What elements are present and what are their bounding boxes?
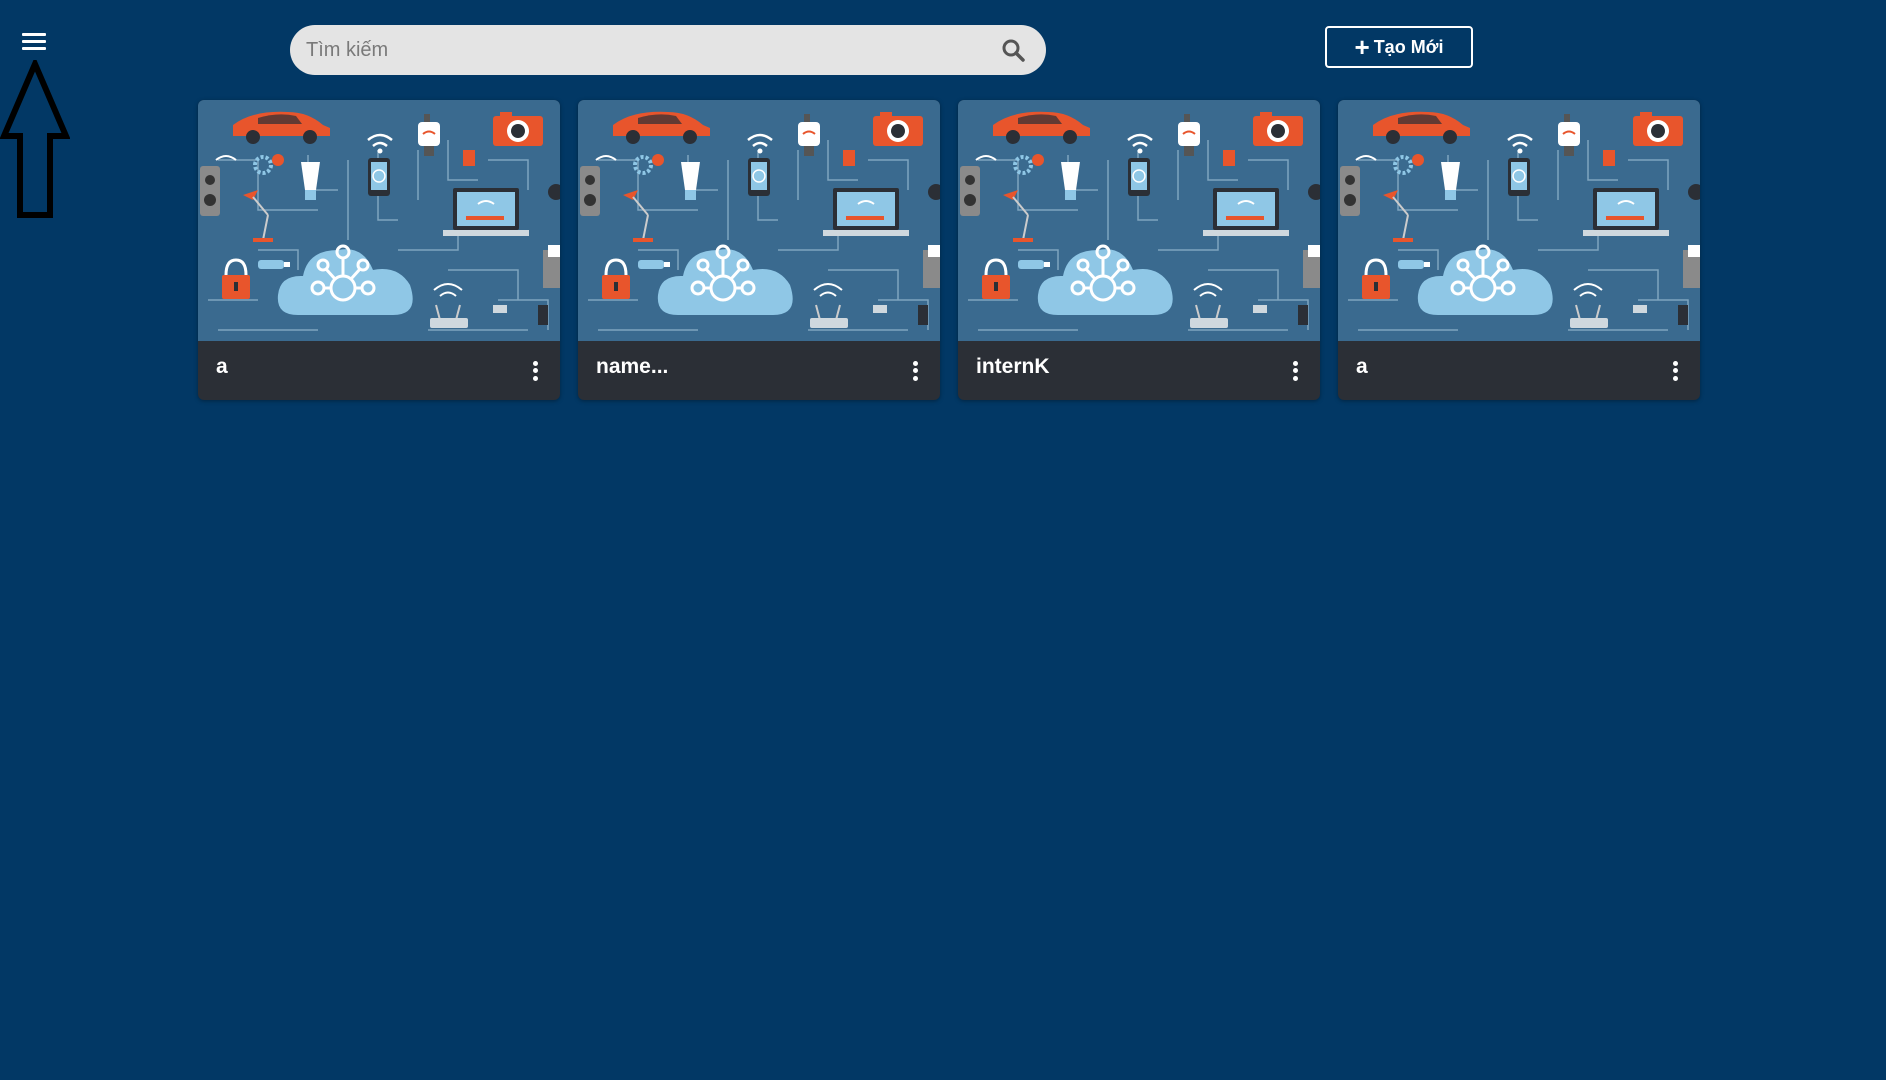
search-bar	[290, 24, 1046, 76]
card-title: internK	[976, 354, 1050, 378]
project-card[interactable]: a	[198, 100, 560, 400]
create-new-label: Tạo Mới	[1373, 36, 1444, 57]
more-vertical-icon[interactable]	[528, 359, 542, 383]
menu-line	[22, 47, 46, 50]
card-image	[958, 100, 1320, 341]
menu-line	[22, 33, 46, 36]
card-title: a	[216, 354, 228, 378]
more-vertical-icon[interactable]	[1668, 359, 1682, 383]
card-image	[198, 100, 560, 341]
project-card[interactable]: internK	[958, 100, 1320, 400]
card-footer: name...	[578, 341, 940, 400]
more-vertical-icon[interactable]	[908, 359, 922, 383]
card-footer: internK	[958, 341, 1320, 400]
card-title: name...	[596, 354, 669, 378]
project-card[interactable]: name...	[578, 100, 940, 400]
menu-line	[22, 40, 46, 43]
card-footer: a	[198, 341, 560, 400]
project-card[interactable]: a	[1338, 100, 1700, 400]
search-input[interactable]	[304, 24, 1000, 76]
search-icon[interactable]	[1000, 37, 1026, 63]
card-grid: a name... internK a	[198, 100, 1700, 400]
create-new-button[interactable]: + Tạo Mới	[1325, 26, 1473, 68]
card-image	[1338, 100, 1700, 341]
hamburger-menu-icon[interactable]	[20, 30, 48, 52]
plus-icon: +	[1354, 32, 1370, 62]
card-title: a	[1356, 354, 1368, 378]
card-image	[578, 100, 940, 341]
card-footer: a	[1338, 341, 1700, 400]
more-vertical-icon[interactable]	[1288, 359, 1302, 383]
up-arrow-icon	[0, 60, 70, 218]
